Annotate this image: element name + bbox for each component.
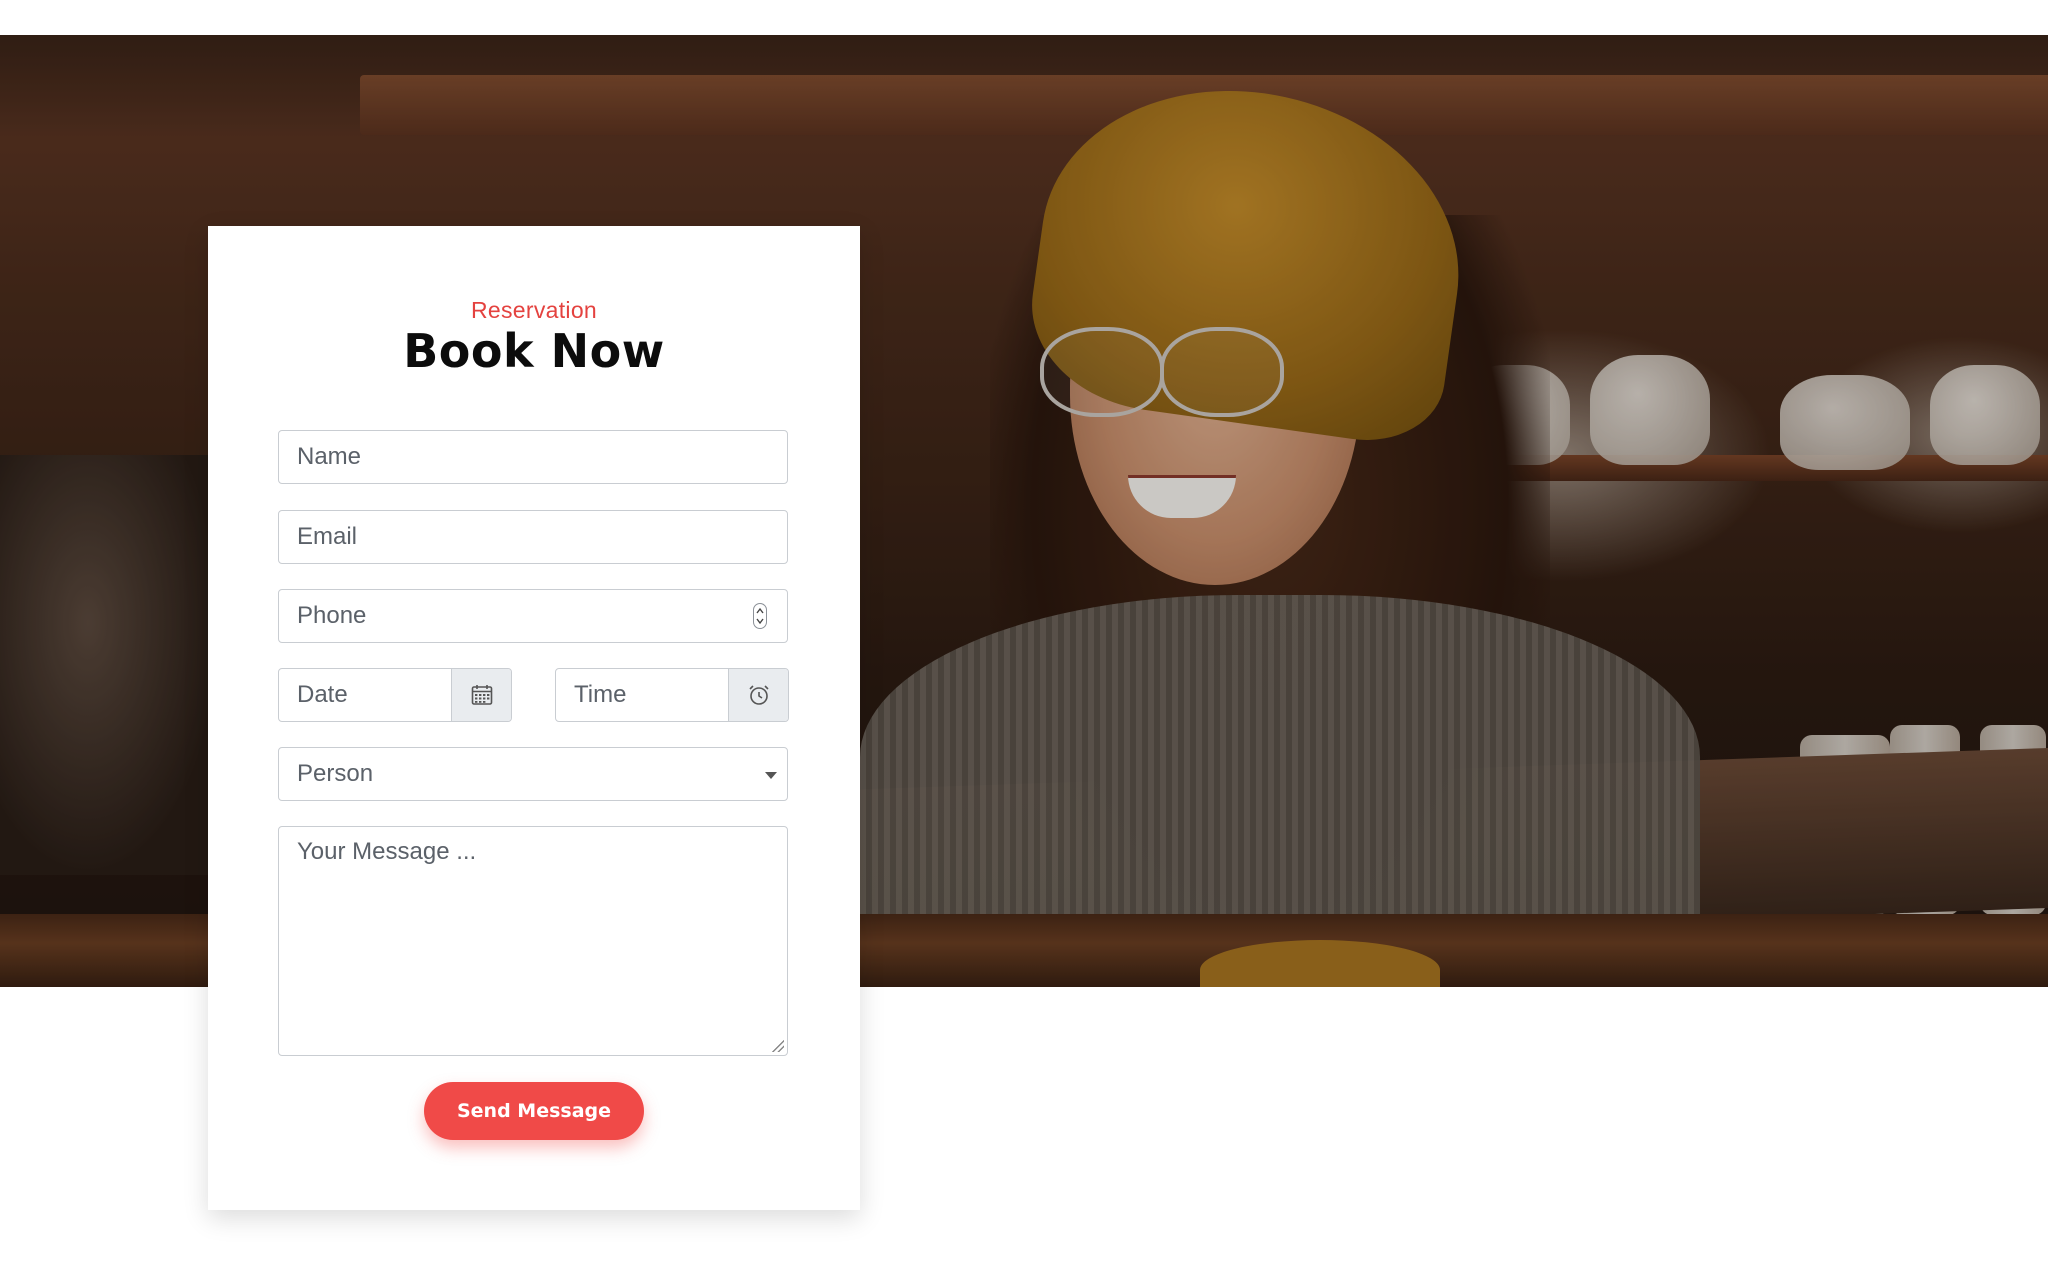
message-textarea[interactable]: Your Message ... [278,826,788,1056]
message-placeholder: Your Message ... [297,838,477,865]
spinner-arrows [756,607,764,625]
name-placeholder: Name [297,443,362,470]
date-picker-button[interactable] [451,669,511,721]
phone-placeholder: Phone [297,602,367,629]
email-input[interactable]: Email [278,510,788,564]
date-placeholder: Date [297,681,348,708]
person-placeholder: Person [297,760,374,787]
chevron-down-icon [765,772,777,779]
section-title: Book Now [403,324,665,378]
phone-input[interactable]: Phone [278,589,788,643]
section-eyebrow: Reservation [470,297,598,323]
number-spinner-icon[interactable] [753,603,767,629]
time-placeholder: Time [574,681,627,708]
time-picker-button[interactable] [728,669,788,721]
email-placeholder: Email [297,523,358,550]
send-message-button[interactable]: Send Message [424,1082,644,1140]
alarm-clock-icon [748,685,769,705]
date-input[interactable]: Date [278,668,512,722]
reservation-card: Reservation Book Now Name Email Phone Da… [208,226,860,1210]
name-input[interactable]: Name [278,430,788,484]
calendar-icon [471,685,492,705]
resize-handle-icon[interactable] [772,1040,784,1052]
time-input[interactable]: Time [555,668,789,722]
person-select[interactable]: Person [278,747,788,801]
